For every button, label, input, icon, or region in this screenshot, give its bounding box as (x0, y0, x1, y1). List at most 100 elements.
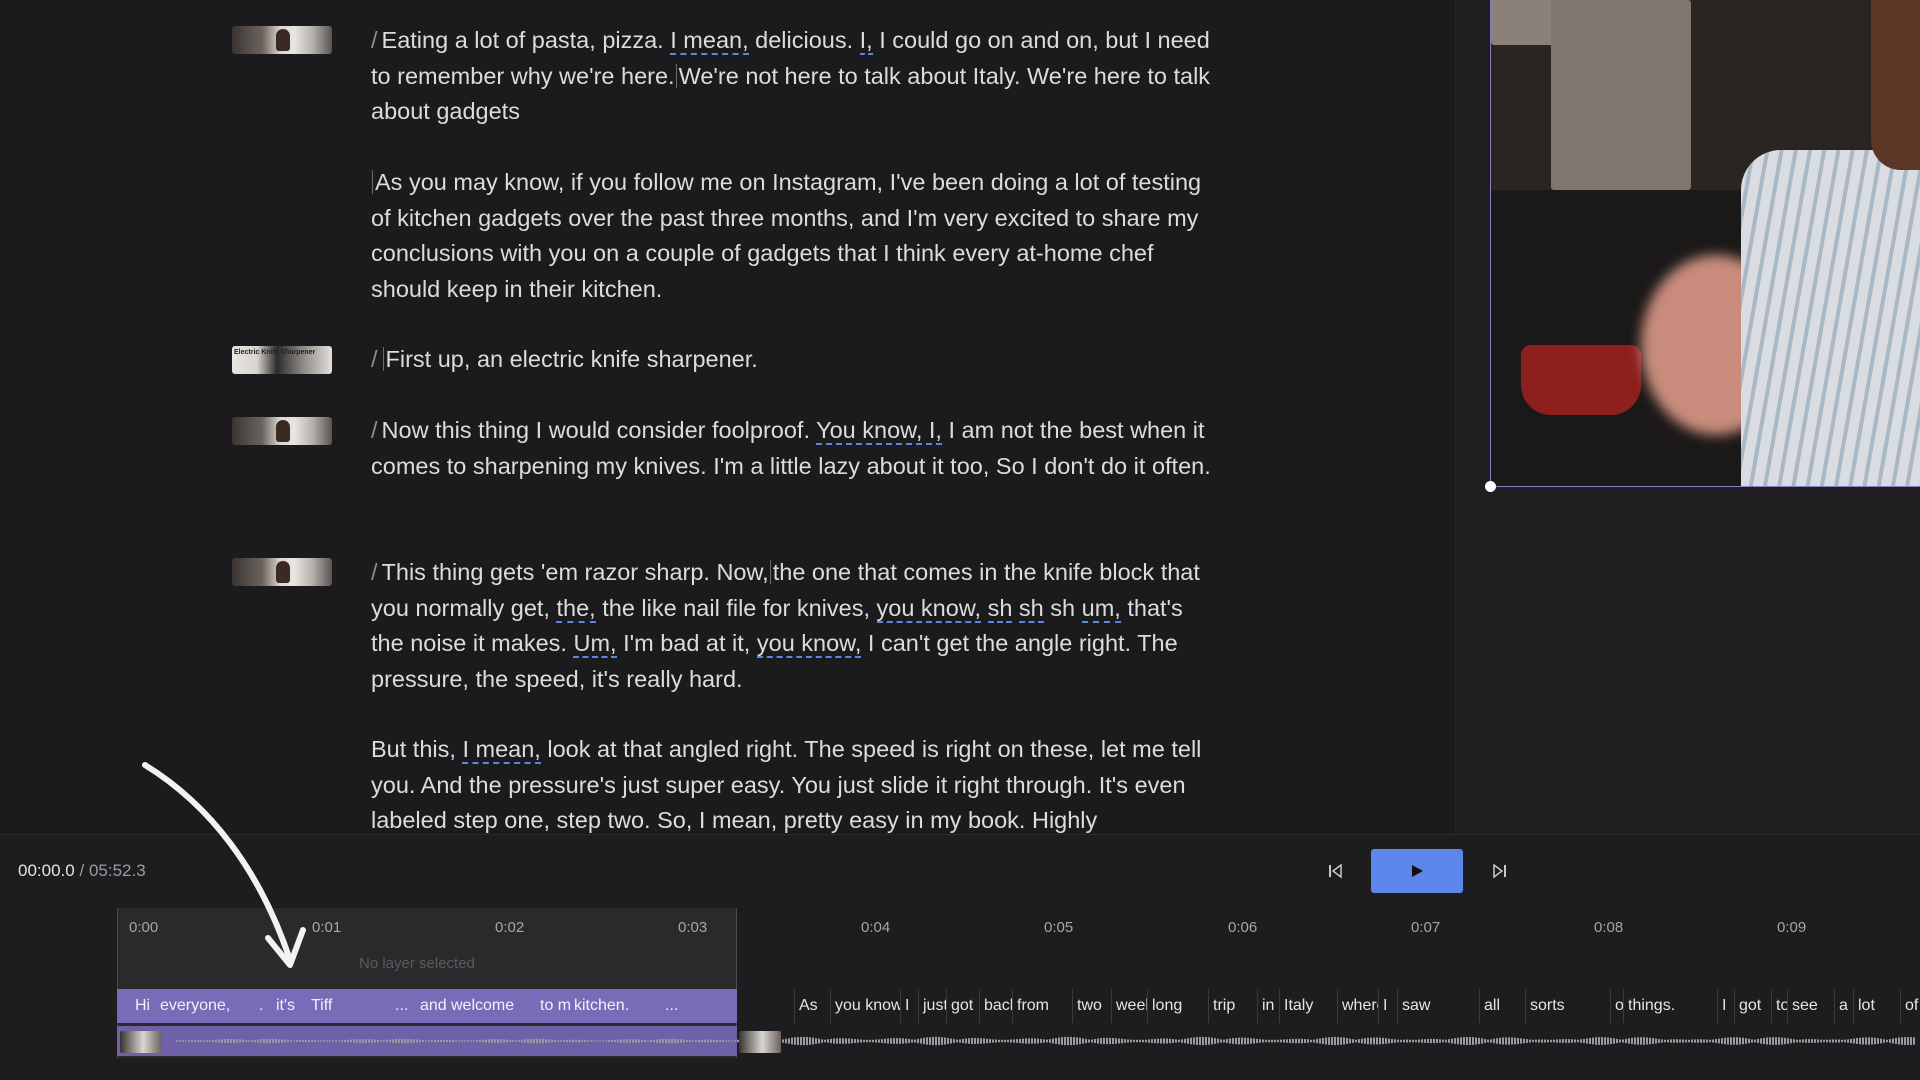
audio-waveform[interactable] (117, 1026, 1920, 1056)
ruler-tick-label: 0:02 (495, 919, 525, 936)
total-time: 05:52.3 (88, 861, 146, 880)
clip-thumbnail[interactable] (120, 1031, 162, 1053)
clip-thumbnail[interactable] (739, 1031, 781, 1053)
transcript-text: First up, an electric knife sharpener. (385, 346, 758, 372)
hair (1871, 0, 1920, 170)
timeline-word[interactable]: all (1479, 989, 1525, 1023)
timeline-word[interactable]: two (1072, 989, 1111, 1023)
current-time: 00:00.0 (18, 861, 75, 880)
scene-marker[interactable]: / (371, 559, 378, 585)
filler-word[interactable]: sh (1018, 594, 1044, 623)
filler-word[interactable]: I, (859, 27, 873, 55)
red-pot (1521, 345, 1641, 415)
timeline-word[interactable]: Italy (1279, 989, 1337, 1023)
filler-word[interactable]: you know, (756, 630, 862, 658)
timeline-word[interactable]: to my (536, 989, 570, 1023)
timeline-word[interactable]: just (918, 989, 946, 1023)
timeline-word[interactable]: a (1834, 989, 1853, 1023)
transcript-text: delicious. (748, 27, 860, 53)
scene-thumbnail[interactable] (232, 26, 332, 54)
scene-thumbnail[interactable]: Electric Knife Sharpener (232, 346, 332, 374)
resize-handle[interactable] (1485, 481, 1496, 492)
timeline-word[interactable]: see (1787, 989, 1834, 1023)
timeline-word[interactable]: ... (391, 989, 416, 1023)
time-display: 00:00.0 / 05:52.3 (18, 861, 146, 881)
transcript-editor[interactable]: / Eating a lot of pasta, pizza. I mean, d… (0, 0, 1455, 834)
timeline-word[interactable]: from (1012, 989, 1072, 1023)
text-cursor (382, 347, 384, 371)
filler-word[interactable]: you know, (876, 594, 982, 623)
filler-word[interactable]: the, (556, 594, 596, 623)
timeline-word[interactable]: to (1771, 989, 1787, 1023)
play-button[interactable] (1371, 849, 1463, 893)
timeline-word[interactable]: lot (1853, 989, 1900, 1023)
time-separator: / (79, 861, 85, 880)
timeline-word[interactable]: you know (830, 989, 900, 1023)
transcript-paragraph[interactable]: / First up, an electric knife sharpener. (371, 342, 1221, 378)
transcript-text: This thing gets 'em razor sharp. Now, (381, 559, 769, 585)
waveform-path (176, 1036, 1915, 1046)
timeline-word[interactable]: Hi (131, 989, 156, 1023)
ruler-tick-label: 0:06 (1228, 919, 1258, 936)
timeline-word[interactable]: I (900, 989, 918, 1023)
timeline-word[interactable]: As (794, 989, 830, 1023)
word-track[interactable]: Hieveryone,.it'sTiff...andwelcometo myki… (117, 989, 1920, 1023)
skip-forward-icon (1493, 863, 1506, 879)
scene-thumbnail[interactable] (232, 558, 332, 586)
timeline-word[interactable]: things. (1623, 989, 1717, 1023)
scene-marker[interactable]: / (371, 27, 378, 53)
timeline-word[interactable]: and (416, 989, 447, 1023)
timeline-word[interactable]: got (946, 989, 979, 1023)
filler-word[interactable]: You know, I, (816, 417, 942, 445)
filler-word[interactable]: um, (1081, 594, 1121, 623)
filler-word[interactable]: I mean, (670, 27, 749, 55)
transcript-paragraph[interactable]: / Eating a lot of pasta, pizza. I mean, d… (371, 23, 1221, 130)
transcript-text: sh (1043, 594, 1082, 621)
timeline-word[interactable]: in (1257, 989, 1279, 1023)
skip-back-icon (1329, 863, 1342, 879)
timeline-word[interactable]: I (1378, 989, 1397, 1023)
filler-word[interactable]: Um, (573, 630, 617, 658)
timeline-word[interactable]: of (1610, 989, 1623, 1023)
timeline-word[interactable]: long (1147, 989, 1208, 1023)
timeline-word[interactable]: week (1111, 989, 1147, 1023)
video-preview[interactable] (1490, 0, 1920, 487)
skip-forward-button[interactable] (1480, 851, 1520, 891)
transcript-text: But this, (371, 736, 463, 762)
transcript-paragraph[interactable]: / Now this thing I would consider foolpro… (371, 413, 1221, 484)
timeline-word[interactable]: ... (661, 989, 737, 1023)
timeline-word[interactable]: Tiff (307, 989, 391, 1023)
timeline-word[interactable]: saw (1397, 989, 1479, 1023)
timeline-word[interactable]: where (1337, 989, 1378, 1023)
scene-marker[interactable]: / (371, 346, 378, 372)
skip-back-button[interactable] (1315, 851, 1355, 891)
timeline-word[interactable]: got (1734, 989, 1771, 1023)
timeline-word[interactable]: everyone, (156, 989, 255, 1023)
timeline-word[interactable]: it's (272, 989, 307, 1023)
transcript-paragraph[interactable]: / This thing gets 'em razor sharp. Now, th… (371, 555, 1221, 697)
play-icon (1412, 865, 1423, 877)
no-layer-message: No layer selected (359, 955, 475, 972)
ruler-tick-label: 0:08 (1594, 919, 1624, 936)
scene-thumbnail[interactable] (232, 417, 332, 445)
timeline-word[interactable]: welcome (447, 989, 536, 1023)
ruler-tick-label: 0:05 (1044, 919, 1074, 936)
timeline-word[interactable]: back (979, 989, 1012, 1023)
transcript-text: Eating a lot of pasta, pizza. (381, 27, 671, 53)
text-cursor (372, 170, 373, 194)
timeline-word[interactable]: of (1900, 989, 1920, 1023)
text-cursor (769, 560, 771, 584)
timeline-word[interactable]: sorts (1525, 989, 1610, 1023)
filler-word[interactable]: sh (987, 594, 1013, 623)
scene-marker[interactable]: / (371, 417, 378, 443)
transcript-paragraph[interactable]: As you may know, if you follow me on Ins… (371, 165, 1221, 307)
filler-word[interactable]: I mean, (462, 736, 541, 764)
timeline-word[interactable]: I (1717, 989, 1734, 1023)
ruler-tick-label: 0:09 (1777, 919, 1807, 936)
timeline-word[interactable]: . (255, 989, 272, 1023)
timeline-word[interactable]: trip (1208, 989, 1257, 1023)
ruler-tick-label: 0:03 (678, 919, 708, 936)
timeline-word[interactable]: kitchen. (570, 989, 661, 1023)
transcript-paragraph[interactable]: But this, I mean, look at that angled ri… (371, 732, 1221, 834)
thumbnail-caption: Electric Knife Sharpener (234, 349, 316, 356)
